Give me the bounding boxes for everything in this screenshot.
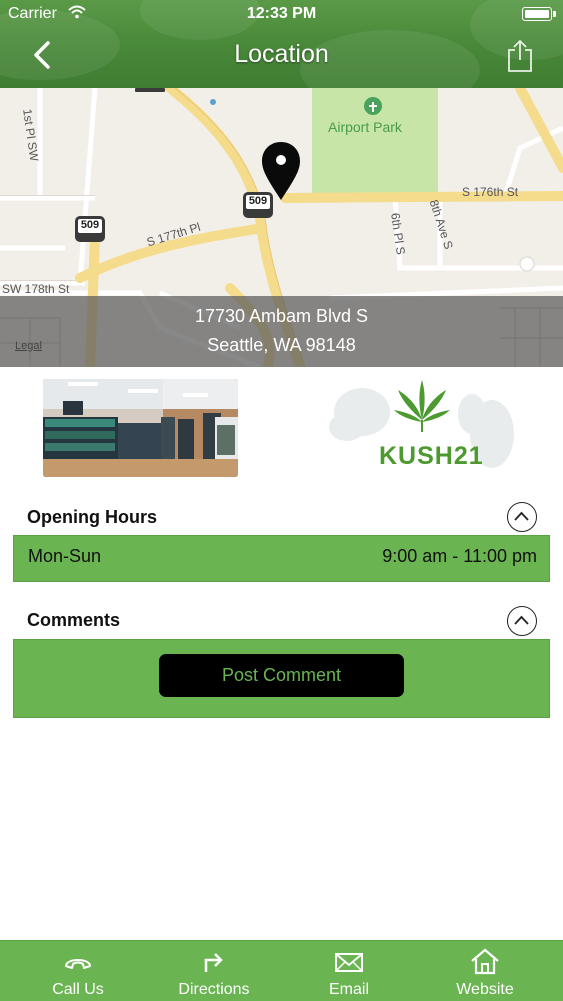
chevron-up-icon (514, 615, 529, 625)
envelope-icon (335, 953, 363, 972)
tab-website[interactable]: Website (415, 941, 555, 1001)
collapse-hours-button[interactable] (507, 502, 537, 532)
directions-icon (204, 953, 223, 972)
map-label-street: SW 178th St (2, 282, 70, 296)
share-button[interactable] (505, 38, 535, 74)
tab-label: Directions (178, 981, 250, 998)
battery-icon (522, 7, 552, 21)
hours-time: 9:00 am - 11:00 pm (382, 546, 537, 566)
chevron-up-icon (514, 511, 529, 521)
tab-label: Website (456, 981, 514, 998)
store-photo[interactable] (43, 379, 238, 477)
address-line-1: 17730 Ambam Blvd S (194, 306, 369, 326)
map-legal-link[interactable]: Legal (15, 340, 42, 352)
hours-row: Mon-Sun 9:00 am - 11:00 pm (13, 535, 550, 582)
tab-directions[interactable]: Directions (144, 941, 284, 1001)
address-overlay: 17730 Ambam Blvd S Seattle, WA 98148 (0, 296, 563, 367)
tab-label: Email (328, 981, 369, 998)
store-logo: KUSH21 (322, 372, 522, 482)
map-label-park: Airport Park (328, 119, 402, 135)
tab-email[interactable]: Email (279, 941, 419, 1001)
address-line-2: Seattle, WA 98148 (207, 335, 356, 355)
home-icon (471, 948, 499, 975)
tab-label: Call Us (52, 981, 104, 998)
map-label-street: S 176th St (462, 185, 519, 199)
status-bar: Carrier 12:33 PM (0, 0, 563, 30)
bottom-tab-bar: Call Us Directions Email Website (0, 940, 563, 1001)
tab-call-us[interactable]: Call Us (8, 941, 148, 1001)
share-icon (508, 39, 532, 72)
phone-icon (65, 959, 91, 969)
status-time: 12:33 PM (246, 5, 317, 22)
opening-hours-title: Opening Hours (27, 507, 157, 527)
route-shield-label: 509 (80, 219, 100, 231)
comments-title: Comments (27, 610, 121, 630)
post-comment-button[interactable]: Post Comment (159, 654, 404, 697)
logo-text: KUSH21 (379, 442, 484, 470)
hours-day: Mon-Sun (28, 546, 102, 566)
collapse-comments-button[interactable] (507, 606, 537, 636)
battery-tip (553, 11, 556, 17)
page-title: Location (234, 40, 329, 68)
route-shield-label: 509 (248, 195, 268, 207)
